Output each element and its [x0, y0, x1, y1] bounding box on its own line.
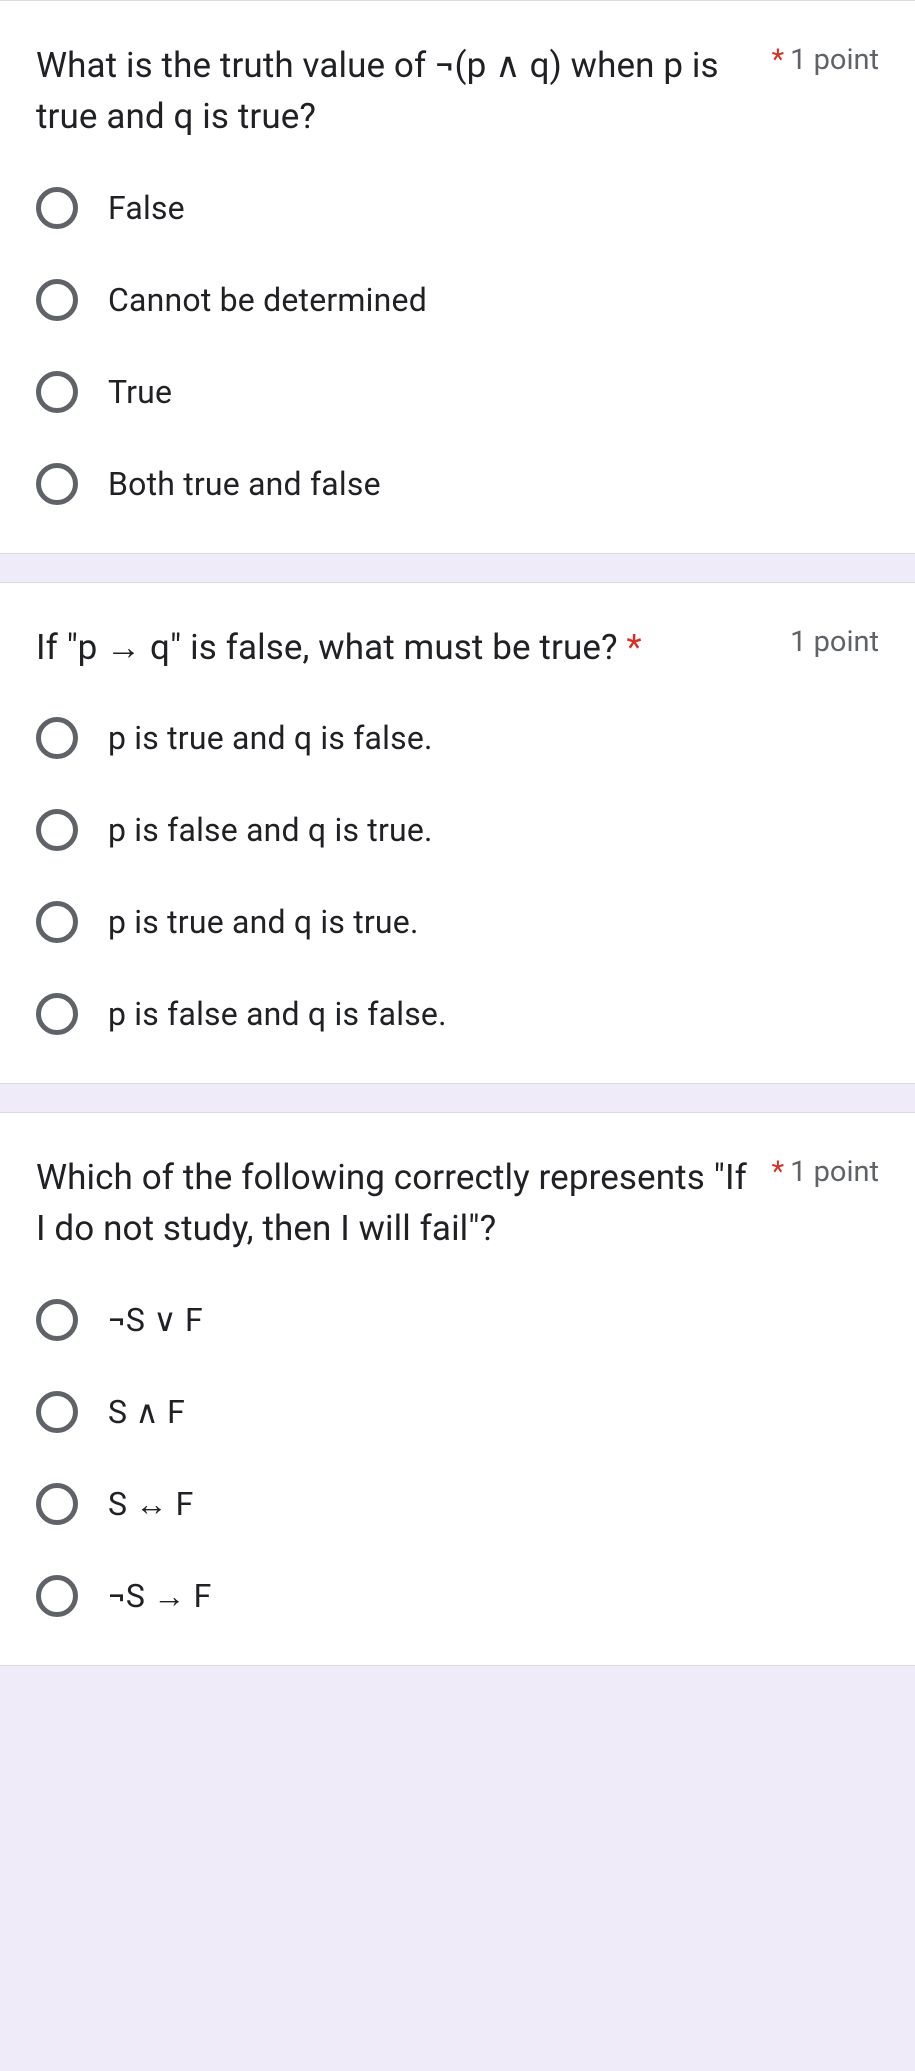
options-group: ¬S ∨ F S ∧ F S ↔ F ¬S → F [36, 1299, 879, 1617]
option-row[interactable]: Both true and false [36, 463, 879, 505]
radio-icon[interactable] [36, 717, 78, 759]
options-group: p is true and q is false. p is false and… [36, 717, 879, 1035]
question-card: Which of the following correctly represe… [0, 1112, 915, 1666]
option-label: S ↔ F [108, 1485, 194, 1523]
required-asterisk: * [626, 627, 641, 668]
question-points: 1 point [790, 623, 879, 659]
question-header: If "p → q" is false, what must be true? … [36, 623, 879, 674]
question-card: What is the truth value of ¬(p ∧ q) when… [0, 0, 915, 554]
radio-icon[interactable] [36, 187, 78, 229]
option-row[interactable]: True [36, 371, 879, 413]
radio-icon[interactable] [36, 809, 78, 851]
option-row[interactable]: p is true and q is false. [36, 717, 879, 759]
question-text: What is the truth value of ¬(p ∧ q) when… [36, 41, 748, 143]
option-label: Cannot be determined [108, 281, 427, 319]
option-label: p is true and q is false. [108, 719, 433, 757]
points-label: 1 point [790, 43, 879, 77]
option-label: Both true and false [108, 465, 381, 503]
required-asterisk: * [772, 43, 785, 77]
options-group: False Cannot be determined True Both tru… [36, 187, 879, 505]
question-header: What is the truth value of ¬(p ∧ q) when… [36, 41, 879, 143]
option-label: p is false and q is true. [108, 811, 433, 849]
radio-icon[interactable] [36, 1391, 78, 1433]
option-row[interactable]: False [36, 187, 879, 229]
option-label: p is true and q is true. [108, 903, 419, 941]
question-text: Which of the following correctly represe… [36, 1153, 748, 1255]
option-row[interactable]: S ∧ F [36, 1391, 879, 1433]
points-label: 1 point [790, 1155, 879, 1189]
radio-icon[interactable] [36, 901, 78, 943]
option-label: False [108, 189, 185, 227]
option-label: ¬S ∨ F [108, 1301, 203, 1339]
radio-icon[interactable] [36, 993, 78, 1035]
option-row[interactable]: p is true and q is true. [36, 901, 879, 943]
question-text-content: If "p → q" is false, what must be true? [36, 627, 618, 668]
radio-icon[interactable] [36, 463, 78, 505]
option-label: ¬S → F [108, 1577, 211, 1615]
radio-icon[interactable] [36, 1299, 78, 1341]
option-row[interactable]: p is false and q is true. [36, 809, 879, 851]
question-text-content: What is the truth value of ¬(p ∧ q) when… [36, 45, 719, 137]
question-card: If "p → q" is false, what must be true? … [0, 582, 915, 1085]
option-label: p is false and q is false. [108, 995, 447, 1033]
points-label: 1 point [790, 625, 879, 659]
option-row[interactable]: ¬S → F [36, 1575, 879, 1617]
required-asterisk: * [772, 1155, 785, 1189]
option-label: True [108, 373, 172, 411]
radio-icon[interactable] [36, 371, 78, 413]
radio-icon[interactable] [36, 1575, 78, 1617]
question-points: *1 point [772, 1153, 879, 1189]
option-row[interactable]: Cannot be determined [36, 279, 879, 321]
radio-icon[interactable] [36, 279, 78, 321]
option-row[interactable]: p is false and q is false. [36, 993, 879, 1035]
radio-icon[interactable] [36, 1483, 78, 1525]
question-text: If "p → q" is false, what must be true? … [36, 623, 766, 674]
question-text-content: Which of the following correctly represe… [36, 1157, 747, 1249]
option-label: S ∧ F [108, 1393, 185, 1431]
question-points: *1 point [772, 41, 879, 77]
option-row[interactable]: S ↔ F [36, 1483, 879, 1525]
question-header: Which of the following correctly represe… [36, 1153, 879, 1255]
option-row[interactable]: ¬S ∨ F [36, 1299, 879, 1341]
